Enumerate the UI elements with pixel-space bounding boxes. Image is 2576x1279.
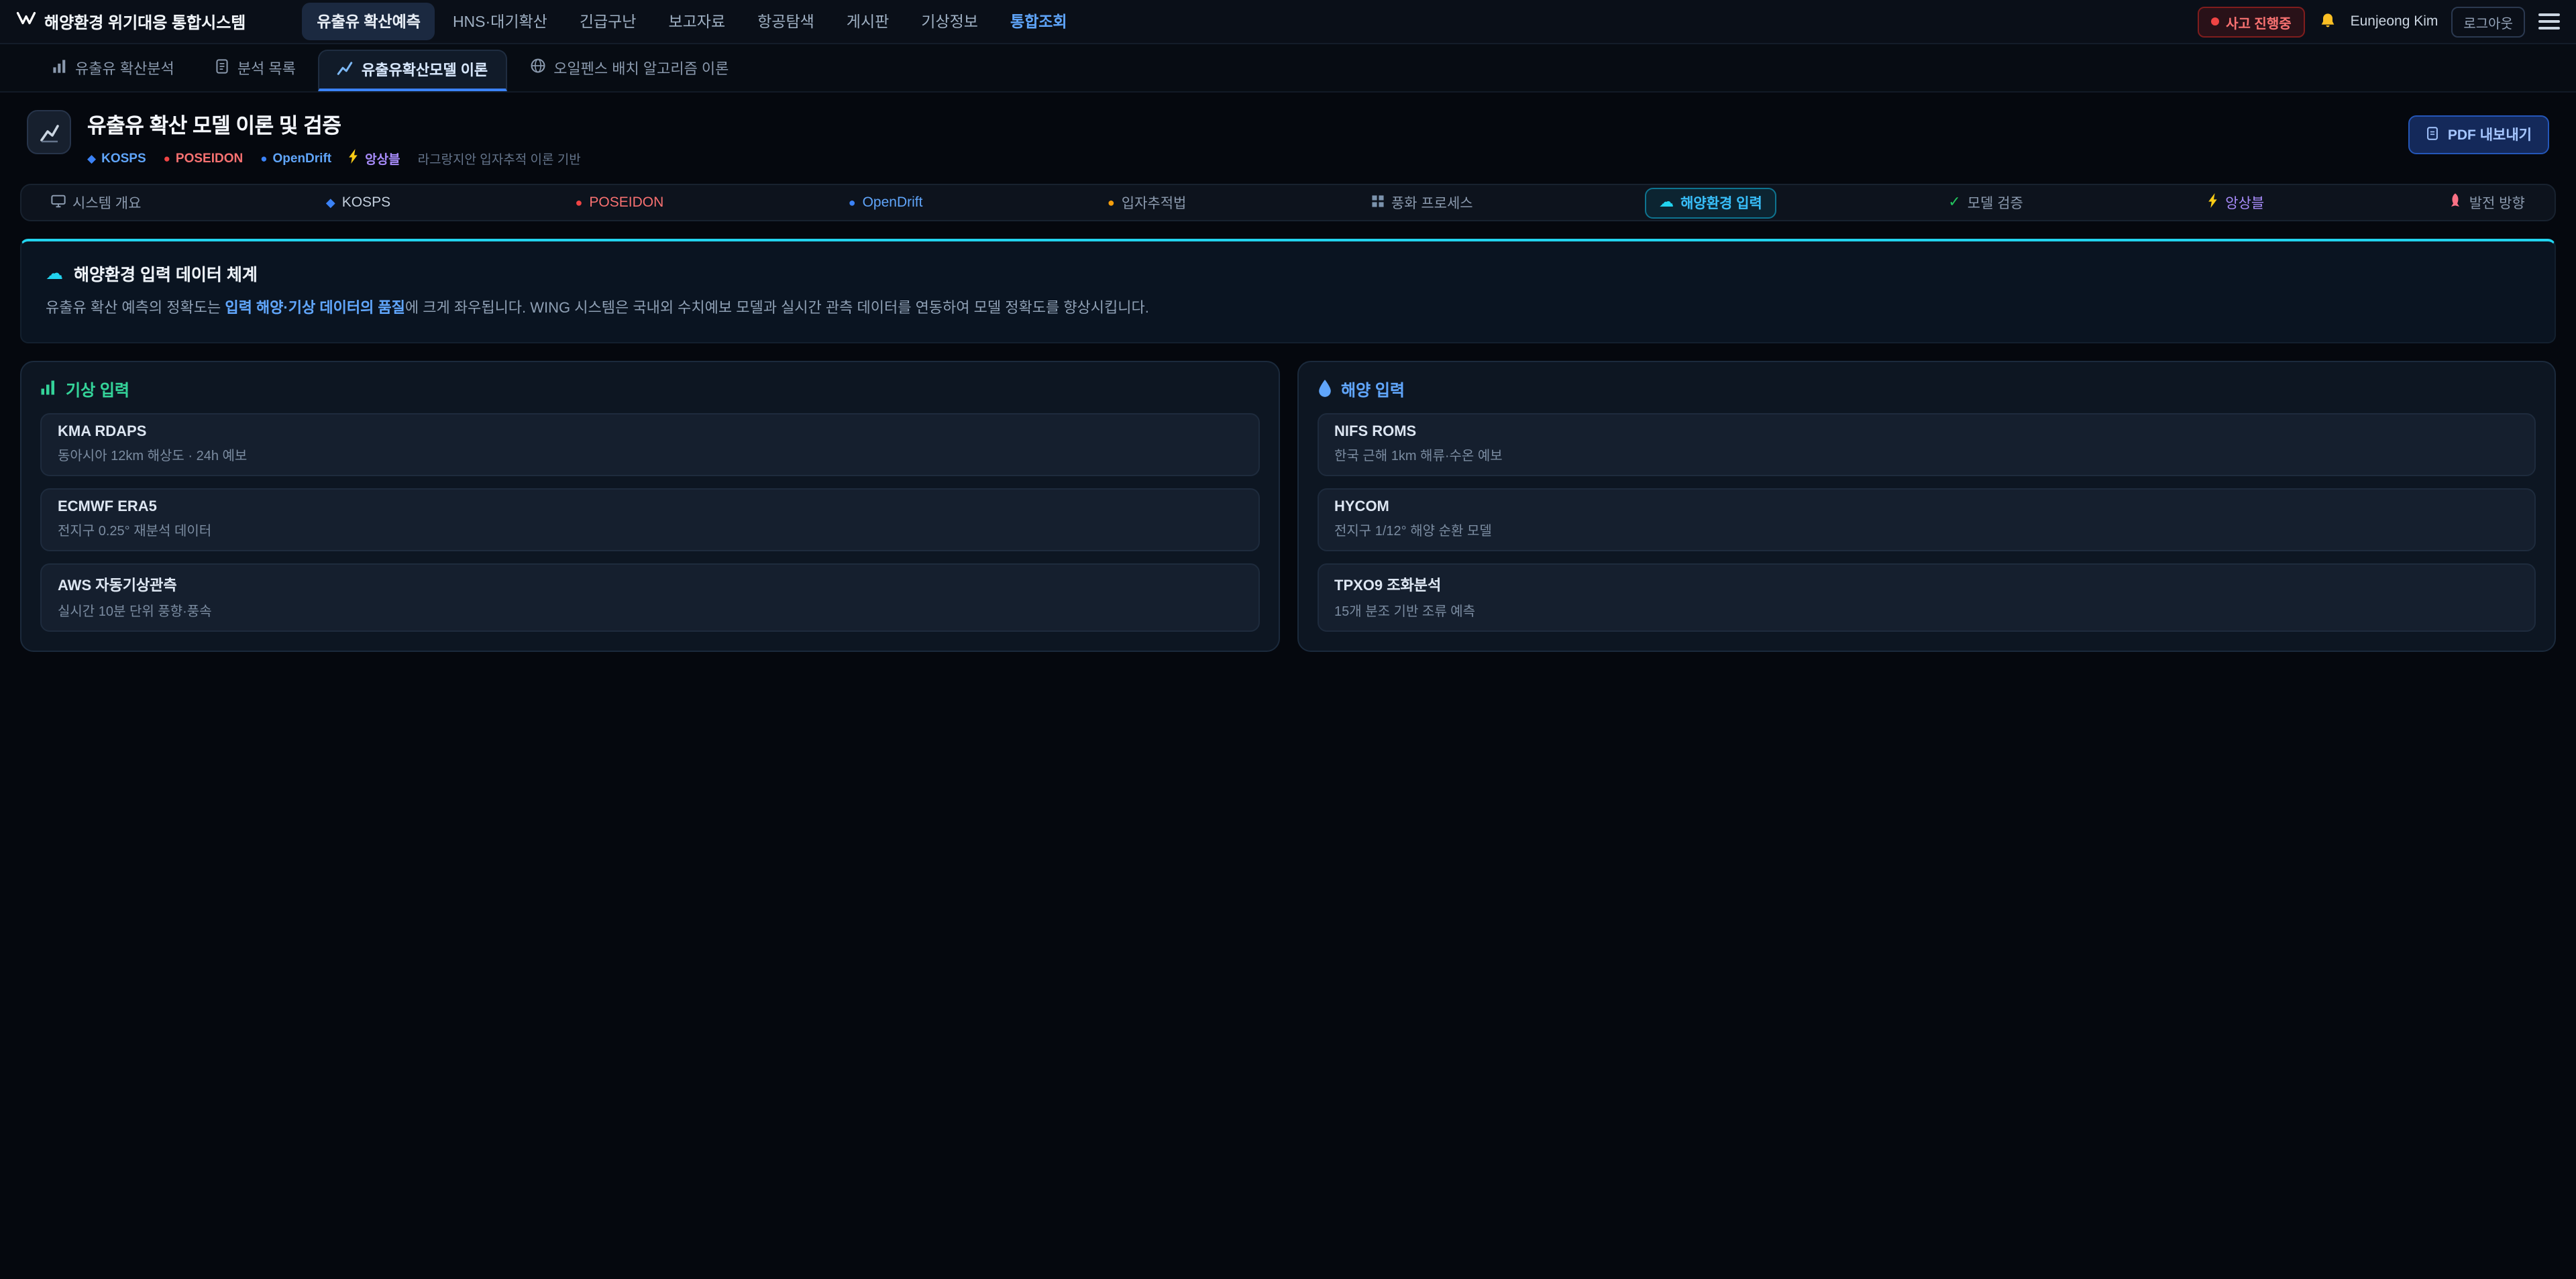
nav-item-reports[interactable]: 보고자료 (653, 3, 740, 40)
section-description: 유출유 확산 예측의 정확도는 입력 해양·기상 데이터의 품질에 크게 좌우됩… (46, 298, 2530, 321)
app-logo[interactable]: 해양환경 위기대응 통합시스템 (16, 9, 246, 34)
wing-logo-icon (16, 9, 36, 34)
system-title: 해양환경 위기대응 통합시스템 (44, 10, 246, 33)
tab-label: 유출유확산모델 이론 (362, 59, 488, 80)
incident-dot-icon (2211, 17, 2219, 25)
header-subtitle: 라그랑지안 입자추적 이론 기반 (418, 149, 581, 168)
badge-poseidon: ● POSEIDON (164, 151, 244, 166)
section-tab-ensemble[interactable]: 앙상블 (2194, 188, 2277, 217)
nav-item-aerial-search[interactable]: 항공탐색 (743, 3, 829, 40)
header-text: 유출유 확산 모델 이론 및 검증 ◆ KOSPS ● POSEIDON ● O… (87, 110, 581, 168)
bar-chart-icon (52, 58, 67, 77)
nav-item-hns-atmospheric[interactable]: HNS·대기확산 (438, 3, 562, 40)
lightning-icon (2208, 193, 2218, 212)
lightning-icon (349, 149, 360, 168)
list-item-ecmwf-era5[interactable]: ECMWF ERA5 전지구 0.25° 재분석 데이터 (40, 488, 1259, 551)
list-item-nifs-roms[interactable]: NIFS ROMS 한국 근해 1km 해류·수온 예보 (1317, 413, 2536, 476)
document-icon (215, 58, 229, 77)
incident-status-label: 사고 진행중 (2226, 11, 2292, 32)
user-name: Eunjeong Kim (2351, 13, 2438, 30)
section-tab-kosps[interactable]: ◆ KOSPS (313, 190, 404, 215)
sub-tab-bar: 유출유 확산분석 분석 목록 유출유확산모델 이론 오일펜스 배치 알고리즘 이… (0, 44, 2576, 93)
globe-icon (529, 58, 545, 78)
section-tab-strip: 시스템 개요 ◆ KOSPS ● POSEIDON ● OpenDrift ● … (20, 184, 2556, 221)
weather-card-title: 기상 입력 (66, 378, 129, 401)
tab-oil-fence-algorithm[interactable]: 오일펜스 배치 알고리즘 이론 (512, 44, 746, 91)
monitor-icon (51, 194, 66, 211)
section-tab-particle-tracking[interactable]: ● 입자추적법 (1094, 188, 1200, 217)
model-badge-row: ◆ KOSPS ● POSEIDON ● OpenDrift 앙상블 (87, 149, 581, 168)
section-tab-model-validation[interactable]: ✓ 모델 검증 (1935, 188, 2037, 217)
nav-item-oil-spill-prediction[interactable]: 유출유 확산예측 (302, 3, 435, 40)
badge-opendrift: ● OpenDrift (260, 151, 331, 166)
tab-oil-spill-analysis[interactable]: 유출유 확산분석 (35, 44, 192, 91)
highlighted-phrase: 입력 해양·기상 데이터의 품질 (225, 300, 405, 317)
cloud-icon: ☁ (46, 262, 63, 284)
badge-kosps: ◆ KOSPS (87, 151, 146, 166)
check-icon: ✓ (1948, 195, 1960, 210)
notification-bell-icon[interactable] (2318, 12, 2337, 31)
tab-label: 유출유 확산분석 (75, 57, 174, 78)
section-tab-system-overview[interactable]: 시스템 개요 (38, 188, 154, 217)
menu-hamburger-icon[interactable] (2538, 11, 2560, 32)
list-item-aws-observation[interactable]: AWS 자동기상관측 실시간 10분 단위 풍향·풍속 (40, 563, 1259, 632)
incident-status-badge[interactable]: 사고 진행중 (2198, 6, 2305, 37)
nav-item-weather-info[interactable]: 기상정보 (906, 3, 993, 40)
nav-item-emergency-rescue[interactable]: 긴급구난 (565, 3, 651, 40)
badge-ensemble: 앙상블 (349, 149, 400, 168)
list-item-kma-rdaps[interactable]: KMA RDAPS 동아시아 12km 해상도 · 24h 예보 (40, 413, 1259, 476)
cloud-icon: ☁ (1659, 195, 1674, 210)
ocean-env-input-section: ☁ 해양환경 입력 데이터 체계 유출유 확산 예측의 정확도는 입력 해양·기… (20, 239, 2556, 343)
page-header: 유출유 확산 모델 이론 및 검증 ◆ KOSPS ● POSEIDON ● O… (0, 93, 2576, 178)
ocean-card-title-row: 해양 입력 (1317, 378, 2536, 401)
grid-icon (1371, 194, 1385, 211)
dot-icon: ● (849, 197, 856, 209)
page-title: 유출유 확산 모델 이론 및 검증 (87, 110, 581, 140)
dot-icon: ● (576, 197, 583, 209)
pdf-file-icon (2426, 125, 2440, 144)
section-title-row: ☁ 해양환경 입력 데이터 체계 (46, 260, 2530, 286)
water-drop-icon (1317, 379, 1332, 400)
diamond-icon: ◆ (87, 151, 96, 166)
particle-icon: ● (1108, 197, 1115, 209)
input-data-cards: 기상 입력 KMA RDAPS 동아시아 12km 해상도 · 24h 예보 E… (20, 361, 2556, 652)
model-theory-icon (27, 110, 71, 154)
tab-spill-model-theory[interactable]: 유출유확산모델 이론 (319, 50, 506, 91)
ocean-input-card: 해양 입력 NIFS ROMS 한국 근해 1km 해류·수온 예보 HYCOM… (1297, 361, 2556, 652)
section-tab-weathering-process[interactable]: 풍화 프로세스 (1358, 188, 1487, 217)
weather-card-title-row: 기상 입력 (40, 378, 1259, 401)
rocket-icon (2449, 192, 2463, 213)
section-title: 해양환경 입력 데이터 체계 (74, 260, 258, 286)
list-item-hycom[interactable]: HYCOM 전지구 1/12° 해양 순환 모델 (1317, 488, 2536, 551)
section-tab-future-direction[interactable]: 발전 방향 (2436, 188, 2538, 217)
top-navigation: 해양환경 위기대응 통합시스템 유출유 확산예측 HNS·대기확산 긴급구난 보… (0, 0, 2576, 44)
diamond-icon: ◆ (326, 197, 335, 209)
topnav-right: 사고 진행중 Eunjeong Kim 로그아웃 (2198, 6, 2560, 37)
list-item-tpxo9[interactable]: TPXO9 조화분석 15개 분조 기반 조류 예측 (1317, 563, 2536, 632)
app-root: 해양환경 위기대응 통합시스템 유출유 확산예측 HNS·대기확산 긴급구난 보… (0, 0, 2576, 1279)
section-tab-poseidon[interactable]: ● POSEIDON (562, 190, 678, 215)
ocean-card-title: 해양 입력 (1341, 378, 1405, 401)
tab-label: 오일펜스 배치 알고리즘 이론 (553, 57, 729, 78)
line-chart-icon (337, 60, 354, 80)
logout-button[interactable]: 로그아웃 (2451, 6, 2525, 37)
nav-item-board[interactable]: 게시판 (832, 3, 904, 40)
main-menu: 유출유 확산예측 HNS·대기확산 긴급구난 보고자료 항공탐색 게시판 기상정… (302, 3, 2198, 40)
section-tab-ocean-env-input[interactable]: ☁ 해양환경 입력 (1644, 187, 1777, 218)
pdf-export-button[interactable]: PDF 내보내기 (2409, 115, 2549, 154)
section-tab-opendrift[interactable]: ● OpenDrift (835, 190, 936, 215)
tab-label: 분석 목록 (237, 57, 296, 78)
tab-analysis-list[interactable]: 분석 목록 (197, 44, 313, 91)
weather-input-card: 기상 입력 KMA RDAPS 동아시아 12km 해상도 · 24h 예보 E… (20, 361, 1279, 652)
dot-icon: ● (164, 152, 170, 165)
weather-chart-icon (40, 380, 56, 400)
dot-icon: ● (260, 152, 267, 165)
nav-item-integrated-search[interactable]: 통합조회 (996, 3, 1082, 40)
